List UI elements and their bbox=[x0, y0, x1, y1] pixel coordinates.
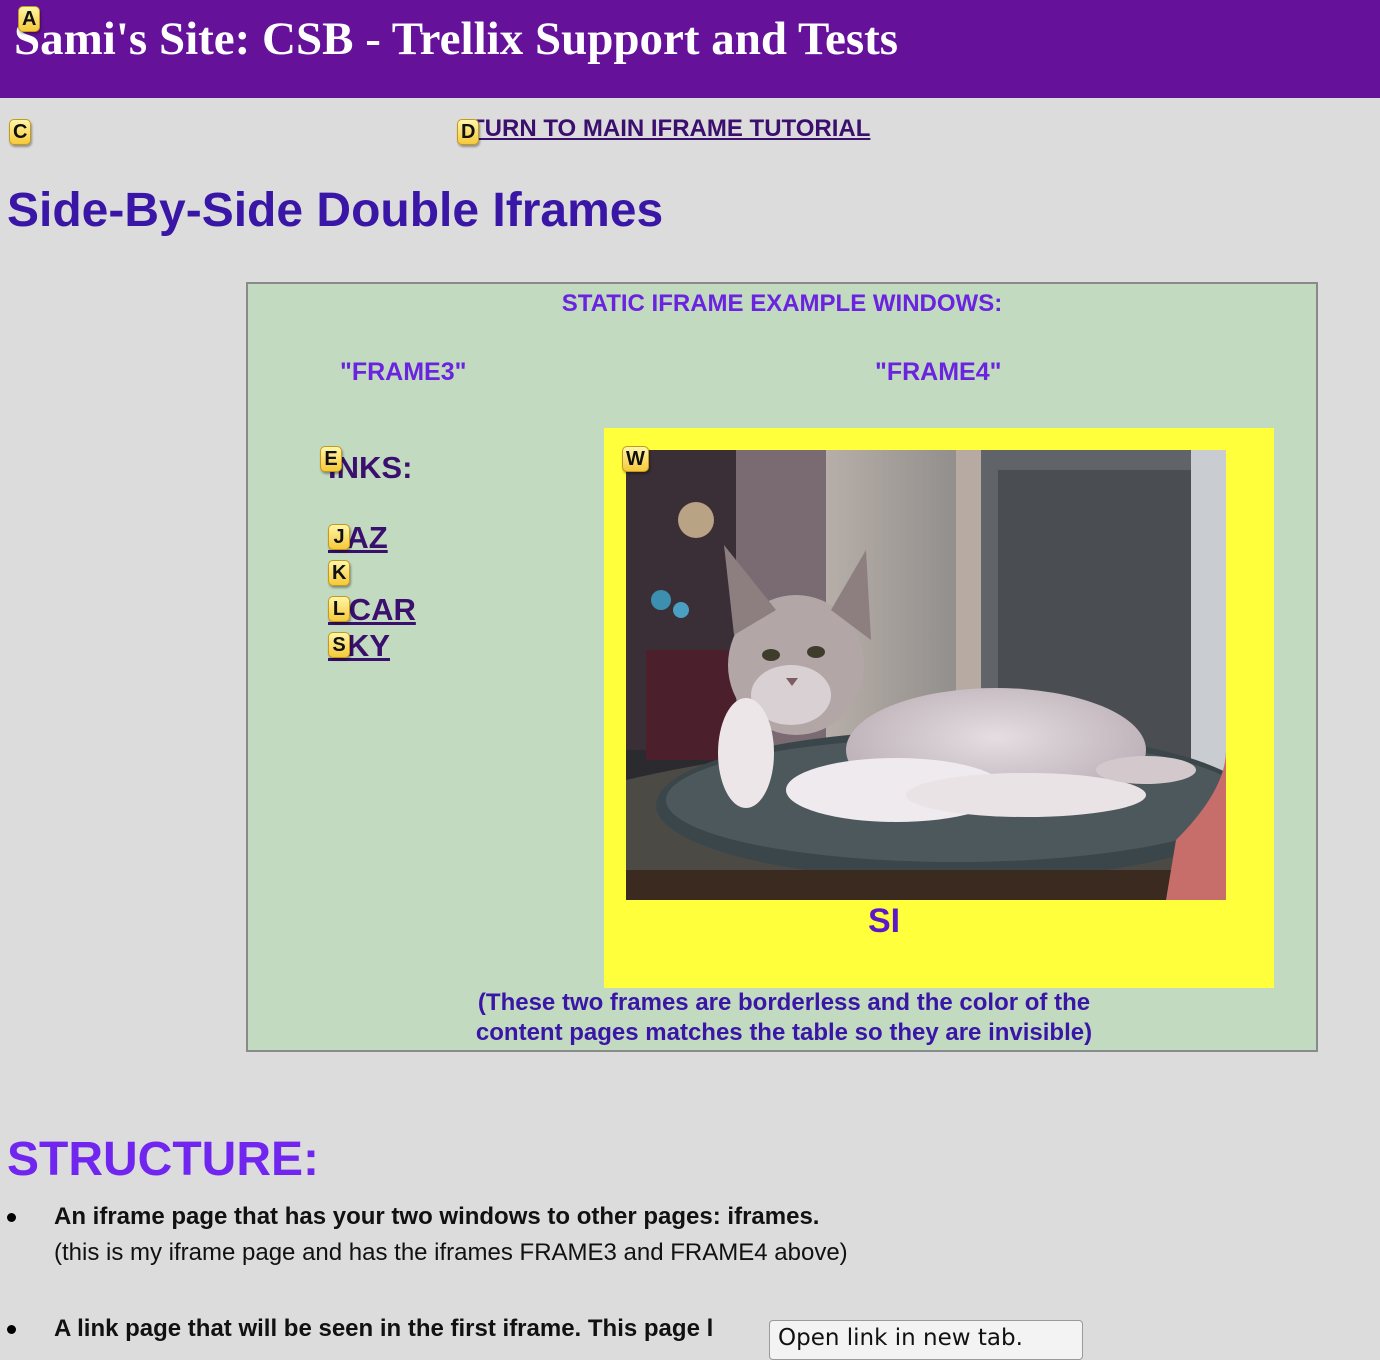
structure-heading: STRUCTURE: bbox=[7, 1133, 319, 1186]
cat-photo[interactable] bbox=[626, 450, 1226, 900]
hint-badge-d[interactable]: D bbox=[457, 119, 480, 145]
structure-item-main: A link page that will be seen in the fir… bbox=[54, 1315, 714, 1342]
example-note: (These two frames are borderless and the… bbox=[444, 988, 1124, 1048]
hint-badge-a[interactable]: A bbox=[18, 6, 41, 32]
structure-item-main: An iframe page that has your two windows… bbox=[54, 1203, 820, 1230]
cat-photo-drawing bbox=[626, 450, 1226, 900]
structure-list: An iframe page that has your two windows… bbox=[0, 1200, 1380, 1346]
frame3-label: "FRAME3" bbox=[340, 358, 467, 386]
site-header: Sami's Site: CSB - Trellix Support and T… bbox=[0, 0, 1380, 98]
list-item: An iframe page that has your two windows… bbox=[0, 1200, 1380, 1272]
hint-badge-k[interactable]: K bbox=[328, 560, 351, 586]
structure-item-sub: (this is my iframe page and has the ifra… bbox=[54, 1239, 848, 1266]
example-note-line-1: (These two frames are borderless and the… bbox=[477, 989, 1091, 1016]
bullet-icon bbox=[7, 1213, 16, 1222]
return-to-tutorial-link[interactable]: TURN TO MAIN IFRAME TUTORIAL bbox=[470, 115, 870, 143]
site-title: Sami's Site: CSB - Trellix Support and T… bbox=[14, 13, 899, 65]
hint-badge-l[interactable]: L bbox=[328, 596, 350, 622]
frame4-label: "FRAME4" bbox=[875, 358, 1002, 386]
frame4-iframe[interactable]: W SI bbox=[604, 428, 1274, 988]
page-title: Side-By-Side Double Iframes bbox=[7, 184, 664, 237]
hint-badge-c[interactable]: C bbox=[9, 119, 32, 145]
list-item: A link page that will be seen in the fir… bbox=[0, 1312, 1380, 1346]
hint-badge-w[interactable]: W bbox=[622, 446, 649, 472]
hint-badge-s[interactable]: S bbox=[328, 632, 350, 658]
hint-badge-e[interactable]: E bbox=[320, 446, 342, 472]
iframe-example-table: STATIC IFRAME EXAMPLE WINDOWS: "FRAME3" … bbox=[246, 282, 1318, 1052]
bullet-icon bbox=[7, 1325, 16, 1334]
example-title: STATIC IFRAME EXAMPLE WINDOWS: bbox=[561, 290, 1003, 317]
open-link-tooltip: Open link in new tab. bbox=[769, 1320, 1083, 1360]
hint-badge-j[interactable]: J bbox=[328, 524, 350, 550]
example-note-line-2: content pages matches the table so they … bbox=[475, 1019, 1093, 1046]
frame4-caption: SI bbox=[867, 902, 901, 940]
